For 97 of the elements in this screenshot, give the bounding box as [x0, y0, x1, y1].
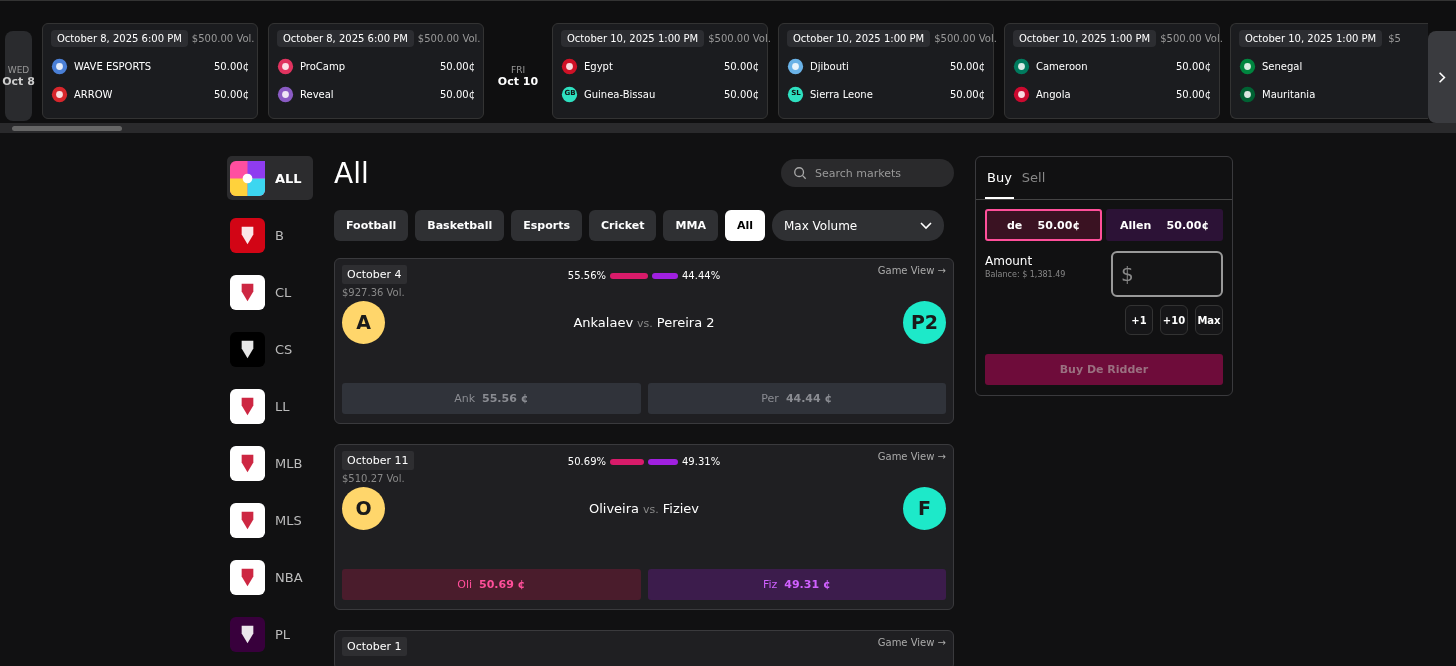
event-volume: $500.00 Vol. [708, 33, 771, 44]
team-name: Djibouti [810, 61, 850, 72]
amount-field[interactable]: $ [1111, 251, 1223, 297]
team-name: Cameroon [1036, 61, 1089, 72]
market-date: October 4 [342, 265, 407, 284]
filter-chip[interactable]: Esports [511, 210, 582, 241]
outcome-button[interactable]: Ank 55.56 ¢ [342, 383, 641, 414]
game-view-link[interactable]: Game View → [796, 451, 946, 462]
quick-amount-button[interactable]: +1 [1125, 305, 1153, 335]
chevron-right-icon [1438, 70, 1446, 84]
team-price: 50.00¢ [1176, 61, 1211, 72]
event-time: October 8, 2025 6:00 PM [277, 30, 414, 47]
percent-label: 50.69% [567, 456, 606, 467]
versus-label: vs. [637, 316, 653, 330]
market-volume: $510.27 Vol. [342, 473, 405, 484]
team-avatar: A [342, 300, 385, 344]
quick-amount-button[interactable]: Max [1195, 305, 1223, 335]
team-name: Oliveira [588, 500, 639, 516]
sort-dropdown[interactable]: Max Volume [771, 210, 944, 241]
market-date: October 11 [342, 451, 414, 470]
league-item[interactable]: CL [227, 270, 313, 314]
filter-chip[interactable]: MMA [663, 210, 718, 241]
outcome-button[interactable]: Per 44.44 ¢ [647, 383, 946, 414]
market-volume: $927.36 Vol. [342, 287, 405, 298]
percent-label: 49.31% [682, 456, 721, 467]
league-item[interactable]: PL [227, 612, 313, 656]
balance-text: Balance: $ 1,381.49 [985, 270, 1066, 279]
league-item[interactable]: CS [227, 327, 313, 371]
game-view-link[interactable]: Game View → [796, 265, 946, 276]
amount-label: Amount [985, 254, 1034, 268]
team-name: WAVE ESPORTS [74, 61, 153, 72]
versus-label: vs. [643, 502, 659, 516]
trade-tab[interactable]: Sell [1019, 157, 1048, 199]
event-volume: $500.00 Vol. [1160, 33, 1223, 44]
league-item[interactable]: MLB [227, 441, 313, 485]
percent-label: 44.44% [682, 270, 721, 281]
filter-chip[interactable]: Cricket [588, 210, 657, 241]
team-name: Guinea-Bissau [584, 89, 657, 100]
league-item[interactable]: LL [227, 384, 313, 428]
event-card[interactable]: October 8, 2025 6:00 PM $500.00 Vol. WAVE ESPORTS 50.00¢ ARROW 50.00¢ [42, 23, 258, 119]
quick-amount-button[interactable]: +10 [1160, 305, 1188, 335]
team-name: Reveal [300, 89, 335, 100]
team-avatar: P2 [903, 300, 946, 344]
team-price: 50.00¢ [950, 61, 985, 72]
league-item[interactable]: B [227, 213, 313, 257]
league-item[interactable]: NBA [227, 555, 313, 599]
scrollbar-thumb[interactable] [12, 125, 122, 131]
event-volume: $500.00 Vol. [934, 33, 997, 44]
team-name: ARROW [74, 89, 114, 100]
page-title: All [334, 156, 369, 190]
search-field[interactable]: Search markets [781, 159, 954, 187]
event-time: October 10, 2025 1:00 PM [787, 30, 931, 47]
outcome-toggle[interactable]: de 50.00¢ [985, 209, 1102, 241]
event-time: October 10, 2025 1:00 PM [1013, 30, 1157, 47]
league-item[interactable]: ALL [227, 156, 313, 200]
event-time: October 8, 2025 6:00 PM [51, 30, 188, 47]
event-time: October 10, 2025 1:00 PM [561, 30, 705, 47]
event-volume: $500.00 Vol. [191, 33, 255, 44]
game-view-link[interactable]: Game View → [796, 637, 946, 648]
outcome-button[interactable]: Fiz 49.31 ¢ [647, 569, 946, 600]
team-avatar: O [342, 486, 385, 530]
team-name: ProCamp [300, 61, 347, 72]
team-price: 50.00¢ [724, 61, 759, 72]
outcome-toggle[interactable]: Allen 50.00¢ [1106, 209, 1223, 241]
team-name: Pereira 2 [656, 314, 715, 330]
event-time: October 10, 2025 1:00 PM [1239, 30, 1383, 47]
team-name: Sierra Leone [810, 89, 874, 100]
market-date: October 1 [342, 637, 407, 656]
team-price: 50.00¢ [214, 89, 249, 100]
outcome-button[interactable]: Oli 50.69 ¢ [342, 569, 641, 600]
team-name: Mauritania [1262, 89, 1317, 100]
event-volume: $5 [1388, 33, 1401, 44]
team-price: 50.00¢ [214, 61, 249, 72]
league-item[interactable]: MLS [227, 498, 313, 542]
search-icon [793, 166, 807, 180]
trade-tab[interactable]: Buy [985, 157, 1014, 199]
team-name: Fiziev [662, 500, 700, 516]
team-name: Angola [1036, 89, 1072, 100]
event-volume: $500.00 Vol. [417, 33, 481, 44]
filter-chip[interactable]: All [724, 210, 765, 241]
team-name: Ankalaev [573, 314, 634, 330]
day-tab[interactable]: FRI Oct 10 [498, 31, 538, 121]
filter-chip[interactable]: Football [334, 210, 409, 241]
team-name: Egypt [584, 61, 614, 72]
event-card[interactable]: October 10, 2025 1:00 PM $5 Senegal Mauritania [1230, 23, 1428, 119]
filter-chip[interactable]: Basketball [415, 210, 505, 241]
event-card[interactable]: October 10, 2025 1:00 PM $500.00 Vol. Cameroon 50.00¢ Angola 50.00¢ [1004, 23, 1220, 119]
chevron-down-icon [919, 221, 932, 230]
team-price: 50.00¢ [440, 89, 475, 100]
team-price: 50.00¢ [1176, 89, 1211, 100]
team-price: 50.00¢ [440, 61, 475, 72]
team-price: 50.00¢ [724, 89, 759, 100]
team-price: 50.00¢ [950, 89, 985, 100]
team-avatar: F [903, 486, 946, 530]
event-card[interactable]: October 8, 2025 6:00 PM $500.00 Vol. ProCamp 50.00¢ Reveal 50.00¢ [268, 23, 484, 119]
percent-label: 55.56% [567, 270, 606, 281]
team-name: Senegal [1262, 61, 1304, 72]
